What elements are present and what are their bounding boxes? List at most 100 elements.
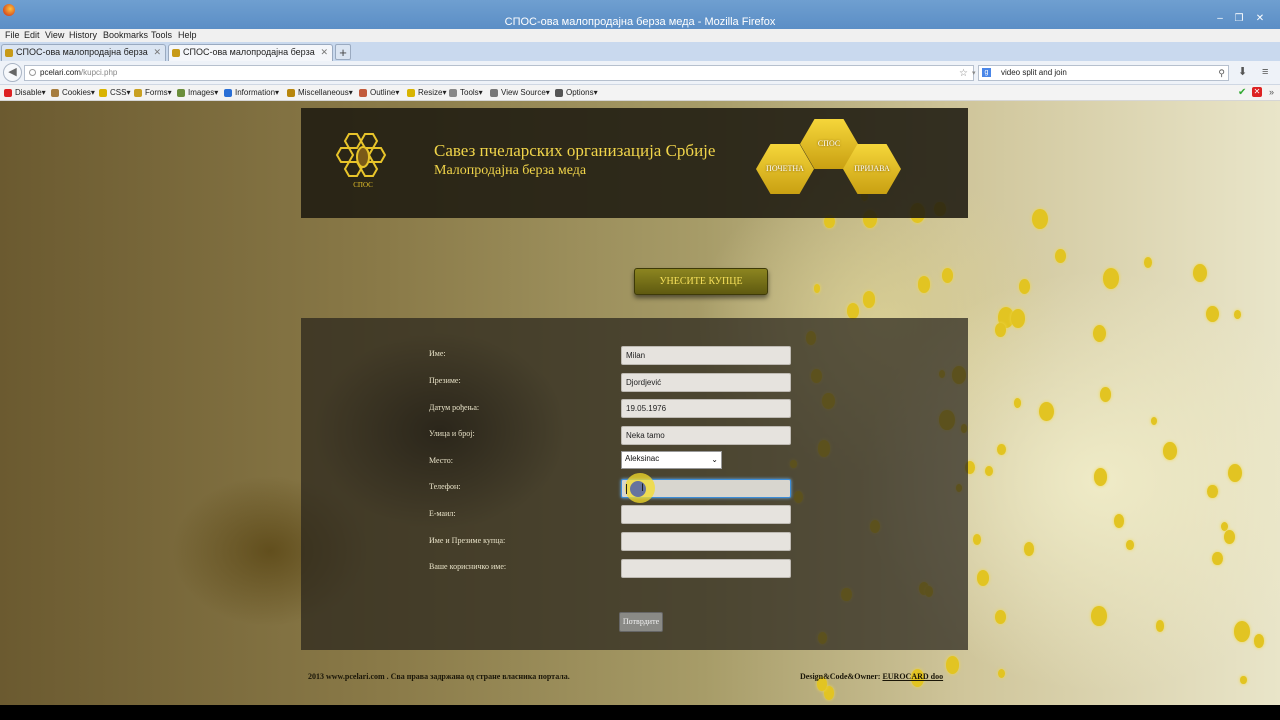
search-bar[interactable]: g video split and join ⚲ xyxy=(978,65,1229,81)
enter-buyers-button[interactable]: УНЕСИТЕ КУПЦЕ xyxy=(634,268,768,295)
text-caret xyxy=(626,484,627,494)
menu-bookmarks[interactable]: Bookmarks xyxy=(103,30,148,41)
label-email: Е-маил: xyxy=(429,509,456,518)
site-identity-icon[interactable] xyxy=(29,69,36,76)
tab-1[interactable]: СПОС-ова малопродајна берза меда ✕ xyxy=(1,44,166,72)
label-street: Улица и број: xyxy=(429,429,475,438)
pollen-dot xyxy=(1093,324,1107,343)
wd-outline[interactable]: Outline▾ xyxy=(359,87,399,99)
email-field[interactable] xyxy=(621,505,791,524)
menu-file[interactable]: File xyxy=(5,30,20,41)
wd-disable[interactable]: Disable▾ xyxy=(4,87,46,99)
pollen-dot xyxy=(1102,268,1119,289)
birth-date-field[interactable]: 19.05.1976 xyxy=(621,399,791,418)
menu-tools[interactable]: Tools xyxy=(151,30,172,41)
wd-label: Resize▾ xyxy=(418,88,447,97)
wd-css[interactable]: CSS▾ xyxy=(99,87,130,99)
eurocard-link[interactable]: EUROCARD doo xyxy=(882,672,943,681)
buyer-name-field[interactable] xyxy=(621,532,791,551)
tab-close-icon[interactable]: ✕ xyxy=(320,45,328,60)
submit-button[interactable]: Потврдите xyxy=(619,612,663,632)
resize-icon xyxy=(407,89,415,97)
search-icon[interactable]: ⚲ xyxy=(1218,66,1225,80)
pollen-dot xyxy=(917,276,931,293)
restore-button[interactable]: ❐ xyxy=(1231,13,1247,24)
information-icon xyxy=(224,89,232,97)
download-icon[interactable]: ⬇ xyxy=(1238,66,1247,78)
tab-close-icon[interactable]: ✕ xyxy=(153,45,161,60)
url-bar[interactable]: pcelari.com/kupci.php ☆ ▾ C xyxy=(24,65,990,81)
pollen-dot xyxy=(1224,529,1236,545)
web-page: СПОС Савез пчеларских организација Србиј… xyxy=(0,101,1280,705)
close-window-button[interactable]: ✕ xyxy=(1252,13,1268,24)
label-username: Ваше корисничко име: xyxy=(429,562,507,571)
wd-information[interactable]: Information▾ xyxy=(224,87,279,99)
tab-strip: СПОС-ова малопродајна берза меда ✕ СПОС-… xyxy=(0,42,1280,72)
pollen-dot xyxy=(1193,263,1208,283)
tab-2-active[interactable]: СПОС-ова малопродајна берза меда ✕ xyxy=(168,44,333,72)
menu-edit[interactable]: Edit xyxy=(24,30,40,41)
menu-bar: File Edit View History Bookmarks Tools H… xyxy=(0,29,1280,42)
bookmark-star-icon[interactable]: ☆ xyxy=(959,69,968,79)
pollen-dot xyxy=(1126,539,1134,550)
wd-forms[interactable]: Forms▾ xyxy=(134,87,172,99)
title-bar: СПОС-ова малопродајна берза меда - Mozil… xyxy=(0,0,1280,29)
label-first-name: Име: xyxy=(429,349,446,358)
wd-label: Information▾ xyxy=(235,88,280,97)
label-city: Место: xyxy=(429,456,453,465)
search-engine-icon[interactable]: g xyxy=(982,68,991,77)
pollen-dot xyxy=(1018,279,1031,295)
validation-ok-icon[interactable]: ✔ xyxy=(1238,86,1246,99)
open-menu-icon[interactable]: ≡ xyxy=(1262,66,1268,78)
wd-label: Disable▾ xyxy=(15,88,46,97)
web-developer-toolbar: Disable▾ Cookies▾ CSS▾ Forms▾ Images▾ In… xyxy=(0,85,1280,101)
footer-credits-prefix: Design&Code&Owner: xyxy=(800,672,883,681)
pollen-dot xyxy=(1023,542,1034,556)
back-button[interactable]: ◀ xyxy=(3,63,22,82)
wd-options[interactable]: Options▾ xyxy=(555,87,598,99)
username-field[interactable] xyxy=(621,559,791,578)
url-history-dropdown-icon[interactable]: ▾ xyxy=(972,69,976,79)
pollen-dot xyxy=(1207,484,1218,499)
wd-miscellaneous[interactable]: Miscellaneous▾ xyxy=(287,87,353,99)
first-name-field[interactable]: Milan xyxy=(621,346,791,365)
pollen-dot xyxy=(846,302,860,320)
street-field[interactable]: Neka tamo xyxy=(621,426,791,445)
url-host: pcelari.com xyxy=(40,68,81,77)
site-header: СПОС Савез пчеларских организација Србиј… xyxy=(301,108,968,218)
pollen-dot xyxy=(976,570,989,587)
pollen-dot xyxy=(1240,675,1247,685)
pollen-dot xyxy=(1054,248,1066,263)
city-select[interactable]: Aleksinac ⌄ xyxy=(621,451,722,469)
wd-tools[interactable]: Tools▾ xyxy=(449,87,483,99)
menu-history[interactable]: History xyxy=(69,30,97,41)
url-path: /kupci.php xyxy=(80,68,118,77)
css-icon xyxy=(99,89,107,97)
search-input[interactable]: video split and join xyxy=(1001,68,1067,77)
pollen-dot xyxy=(1038,401,1054,422)
wd-view-source[interactable]: View Source▾ xyxy=(490,87,550,99)
new-tab-button[interactable]: + xyxy=(335,44,351,60)
error-icon[interactable]: ✕ xyxy=(1252,87,1262,97)
wd-label: Forms▾ xyxy=(145,88,172,97)
spos-logo-icon[interactable]: СПОС xyxy=(335,130,391,190)
last-name-field[interactable]: Djordjević xyxy=(621,373,791,392)
disable-icon xyxy=(4,89,12,97)
minimize-button[interactable]: – xyxy=(1212,13,1228,24)
label-birth-date: Датум рођења: xyxy=(429,403,480,412)
menu-help[interactable]: Help xyxy=(178,30,197,41)
pollen-dot xyxy=(1253,633,1265,648)
pollen-dot xyxy=(997,444,1006,456)
wd-cookies[interactable]: Cookies▾ xyxy=(51,87,95,99)
pollen-dot xyxy=(1212,551,1223,566)
window-title: СПОС-ова малопродајна берза меда - Mozil… xyxy=(504,16,776,28)
options-icon xyxy=(555,89,563,97)
wd-images[interactable]: Images▾ xyxy=(177,87,218,99)
pollen-dot xyxy=(1014,398,1022,408)
more-tools-icon[interactable]: » xyxy=(1269,86,1274,99)
wd-resize[interactable]: Resize▾ xyxy=(407,87,446,99)
pollen-dot xyxy=(1206,305,1219,323)
label-phone: Телефон: xyxy=(429,482,461,491)
menu-view[interactable]: View xyxy=(45,30,64,41)
pollen-dot xyxy=(1091,605,1108,627)
